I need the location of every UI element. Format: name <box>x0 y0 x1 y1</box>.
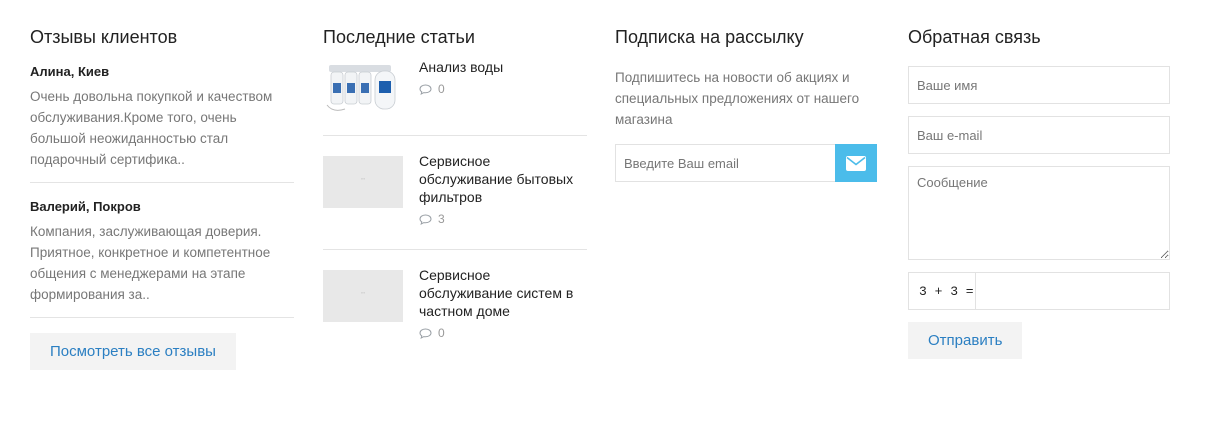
article-comments: 0 <box>419 326 587 340</box>
reviews-title: Отзывы клиентов <box>30 27 178 47</box>
feedback-title: Обратная связь <box>908 27 1041 47</box>
captcha-row: 3 + 3 = <box>908 272 1170 310</box>
placeholder-image: ▫▫▫ <box>360 176 366 181</box>
articles-title: Последние статьи <box>323 27 475 47</box>
subscribe-button[interactable] <box>835 144 877 182</box>
comment-icon <box>419 83 432 95</box>
article-item[interactable]: ▫▫▫ Сервисное обслуживание систем в част… <box>323 267 587 340</box>
article-title[interactable]: Сервисное обслуживание систем в частном … <box>419 266 587 320</box>
reviews-section: Отзывы клиентов Алина, Киев Очень доволь… <box>30 26 294 370</box>
article-comments: 0 <box>419 82 503 96</box>
subscribe-form <box>615 144 877 182</box>
captcha-input[interactable] <box>976 273 1169 309</box>
article-thumbnail-placeholder[interactable]: ▫▫▫ <box>323 156 403 208</box>
name-field[interactable] <box>908 66 1170 104</box>
comment-count: 0 <box>438 82 445 96</box>
subscribe-description: Подпишитесь на новости об акциях и специ… <box>615 70 860 127</box>
subscribe-email-input[interactable] <box>615 144 835 182</box>
divider <box>30 317 294 318</box>
review-author: Валерий, Покров <box>30 199 141 214</box>
review-text: Очень довольна покупкой и качеством обсл… <box>30 89 273 167</box>
article-title[interactable]: Анализ воды <box>419 58 503 76</box>
water-filter-image <box>326 65 396 111</box>
email-field[interactable] <box>908 116 1170 154</box>
comment-icon <box>419 213 432 225</box>
articles-section: Последние статьи Анализ воды 0 ▫▫▫ Серви… <box>323 26 587 340</box>
article-thumbnail-placeholder[interactable]: ▫▫▫ <box>323 270 403 322</box>
article-item[interactable]: ▫▫▫ Сервисное обслуживание бытовых фильт… <box>323 153 587 226</box>
review-item: Алина, Киев Очень довольна покупкой и ка… <box>30 48 294 170</box>
envelope-icon <box>846 155 866 171</box>
message-field[interactable] <box>908 166 1170 260</box>
feedback-section: Обратная связь 3 + 3 = Отправить <box>908 26 1170 359</box>
subscribe-title: Подписка на рассылку <box>615 27 804 47</box>
review-item: Валерий, Покров Компания, заслуживающая … <box>30 183 294 305</box>
review-author: Алина, Киев <box>30 64 110 79</box>
review-text: Компания, заслуживающая доверия. Приятно… <box>30 224 271 302</box>
divider <box>323 249 587 250</box>
comment-icon <box>419 327 432 339</box>
submit-button[interactable]: Отправить <box>908 322 1023 359</box>
comment-count: 0 <box>438 326 445 340</box>
comment-count: 3 <box>438 212 445 226</box>
subscribe-section: Подписка на рассылку Подпишитесь на ново… <box>615 26 877 182</box>
article-thumbnail[interactable] <box>323 59 403 111</box>
divider <box>323 135 587 136</box>
placeholder-image: ▫▫▫ <box>360 290 366 295</box>
all-reviews-button[interactable]: Посмотреть все отзывы <box>30 333 236 370</box>
article-comments: 3 <box>419 212 587 226</box>
captcha-question: 3 + 3 = <box>909 273 976 309</box>
article-title[interactable]: Сервисное обслуживание бытовых фильтров <box>419 152 587 206</box>
article-item[interactable]: Анализ воды 0 <box>323 59 587 111</box>
